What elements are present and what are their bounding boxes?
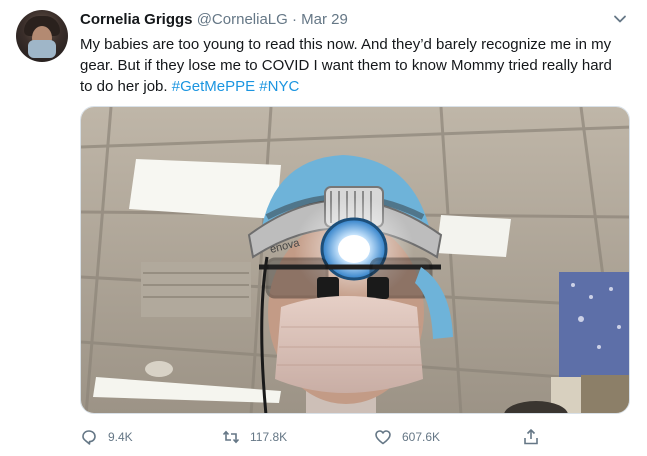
reply-count: 9.4K bbox=[108, 430, 133, 444]
chevron-down-icon[interactable] bbox=[611, 10, 629, 28]
tweet-card[interactable]: Cornelia Griggs @CorneliaLG · Mar 29 My … bbox=[0, 0, 647, 456]
tweet-header: Cornelia Griggs @CorneliaLG · Mar 29 bbox=[80, 10, 348, 30]
reply-button[interactable]: 9.4K bbox=[80, 426, 133, 448]
avatar[interactable] bbox=[16, 10, 68, 62]
like-button[interactable]: 607.6K bbox=[374, 426, 440, 448]
author-handle[interactable]: @CorneliaLG bbox=[197, 11, 288, 28]
avatar-mask bbox=[28, 40, 56, 58]
share-button[interactable] bbox=[522, 426, 550, 448]
share-icon bbox=[524, 429, 538, 445]
retweet-count: 117.8K bbox=[250, 430, 288, 444]
tweet-date[interactable]: Mar 29 bbox=[301, 11, 348, 28]
tweet-photo[interactable]: enova bbox=[80, 106, 630, 414]
tweet-text: My babies are too young to read this now… bbox=[80, 34, 625, 97]
heart-icon bbox=[375, 430, 391, 445]
tweet-actions: 9.4K 117.8K 607.6K bbox=[80, 426, 550, 448]
tweet-body: My babies are too young to read this now… bbox=[80, 36, 612, 95]
hashtag-getmeppe[interactable]: #GetMePPE bbox=[172, 78, 255, 95]
hashtag-nyc[interactable]: #NYC bbox=[259, 78, 299, 95]
retweet-icon bbox=[222, 430, 240, 444]
retweet-button[interactable]: 117.8K bbox=[222, 426, 287, 448]
like-count: 607.6K bbox=[402, 430, 441, 444]
reply-icon bbox=[82, 430, 96, 445]
author-name[interactable]: Cornelia Griggs bbox=[80, 11, 193, 28]
header-separator: · bbox=[291, 11, 297, 28]
